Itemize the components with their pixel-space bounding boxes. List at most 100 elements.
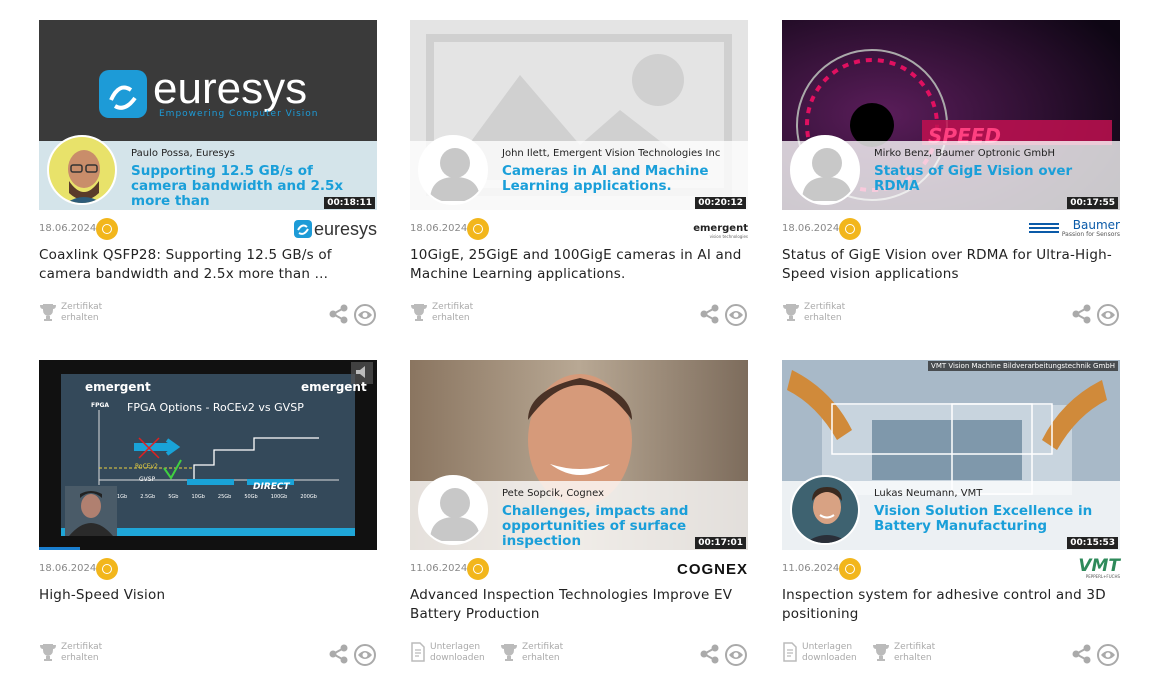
share-icon[interactable] xyxy=(329,304,349,324)
playback-progress-bar[interactable] xyxy=(39,547,80,550)
certificate-badge-icon xyxy=(467,218,489,240)
talk-title[interactable]: Status of GigE Vision over RDMA xyxy=(874,164,1114,194)
certificate-label-1: Zertifikat xyxy=(804,302,846,312)
video-headline[interactable]: Status of GigE Vision over RDMA for Ultr… xyxy=(782,246,1120,284)
speaker-name: John Ilett, Emergent Vision Technologies… xyxy=(502,148,721,159)
download-action[interactable]: Unterlagen downloaden xyxy=(782,642,857,664)
slide-tick: 2.5Gb xyxy=(140,494,156,500)
video-headline[interactable]: Advanced Inspection Technologies Improve… xyxy=(410,586,748,624)
video-card-4[interactable]: emergent emergent FPGA Options - RoCEv2 … xyxy=(39,360,377,666)
brand-subtitle: vision technologies xyxy=(709,234,748,239)
eye-icon[interactable] xyxy=(724,644,748,666)
brand-logo[interactable]: euresys xyxy=(293,219,377,239)
publish-date: 18.06.2024 xyxy=(39,563,97,574)
certificate-label-1: Zertifikat xyxy=(61,642,103,652)
talk-title[interactable]: Vision Solution Excellence in Battery Ma… xyxy=(874,504,1114,534)
certificate-icon xyxy=(783,304,799,321)
share-icon[interactable] xyxy=(1072,644,1092,664)
download-doc-icon xyxy=(411,642,425,662)
certificate-action[interactable]: Zertifikat erhalten xyxy=(410,302,473,324)
video-thumbnail[interactable]: VMT Vision Machine Bildverarbeitungstech… xyxy=(782,360,1120,550)
video-headline[interactable]: Coaxlink QSFP28: Supporting 12.5 GB/s of… xyxy=(39,246,377,284)
video-card-2[interactable]: John Ilett, Emergent Vision Technologies… xyxy=(410,20,748,326)
share-icon[interactable] xyxy=(329,644,349,664)
certificate-badge-icon xyxy=(839,218,861,240)
share-icon[interactable] xyxy=(700,644,720,664)
brand-name: Baumer xyxy=(1072,218,1120,232)
download-label-1: Unterlagen xyxy=(430,642,481,652)
certificate-label-2: erhalten xyxy=(894,653,932,663)
certificate-label-2: erhalten xyxy=(61,653,99,663)
thumb-tagline: Empowering Computer Vision xyxy=(159,109,319,119)
eye-icon[interactable] xyxy=(353,304,377,326)
certificate-label-2: erhalten xyxy=(61,313,99,323)
brand-name: emergent xyxy=(693,223,748,234)
certificate-action[interactable]: Zertifikat erhalten xyxy=(39,642,102,664)
certificate-badge-icon xyxy=(96,558,118,580)
brand-logo[interactable]: Baumer Passion for Sensors xyxy=(1028,218,1120,239)
certificate-icon xyxy=(40,304,56,321)
slide-logo-left: emergent xyxy=(85,380,151,394)
slide-logo-right: emergent xyxy=(301,380,367,394)
video-player[interactable]: emergent emergent FPGA Options - RoCEv2 … xyxy=(39,360,377,550)
share-icon[interactable] xyxy=(700,304,720,324)
presenter-webcam xyxy=(65,486,117,536)
certificate-action[interactable]: Zertifikat erhalten xyxy=(782,302,845,324)
brand-logo[interactable]: COGNEX xyxy=(677,559,748,579)
talk-title[interactable]: Cameras in AI and Machine Learning appli… xyxy=(502,164,742,194)
certificate-action[interactable]: Zertifikat erhalten xyxy=(39,302,102,324)
thumb-caption: VMT Vision Machine Bildverarbeitungstech… xyxy=(928,361,1118,371)
eye-icon[interactable] xyxy=(1096,304,1120,326)
video-headline[interactable]: High-Speed Vision xyxy=(39,586,377,605)
publish-date: 18.06.2024 xyxy=(782,223,840,234)
slide-tick: 200Gb xyxy=(300,494,317,500)
brand-subtitle: PEPPERL+FUCHS xyxy=(1085,574,1120,579)
eye-icon[interactable] xyxy=(1096,644,1120,666)
speaker-avatar xyxy=(790,475,860,545)
certificate-action[interactable]: Zertifikat erhalten xyxy=(500,642,563,664)
eye-icon[interactable] xyxy=(353,644,377,666)
duration-badge: 00:15:53 xyxy=(1067,537,1118,549)
slide-tick: 5Gb xyxy=(168,494,179,500)
brand-logo[interactable]: VMT PEPPERL+FUCHS xyxy=(1078,558,1120,580)
video-card-6[interactable]: VMT Vision Machine Bildverarbeitungstech… xyxy=(782,360,1120,666)
video-thumbnail[interactable]: Pete Sopcik, Cognex Challenges, impacts … xyxy=(410,360,748,550)
slide-tick: 100Gb xyxy=(270,494,288,500)
slide-tick: 10Gb xyxy=(191,494,205,500)
slide-tick-labels: 1Gb 2.5Gb 5Gb 10Gb 25Gb 50Gb 100Gb 200Gb xyxy=(117,494,317,500)
share-icon[interactable] xyxy=(1072,304,1092,324)
certificate-label-2: erhalten xyxy=(522,653,560,663)
download-label-1: Unterlagen xyxy=(802,642,853,652)
slide-axis-label: FPGA xyxy=(91,402,110,409)
video-card-1[interactable]: euresys Empowering Computer Vision Paulo… xyxy=(39,20,377,326)
video-headline[interactable]: 10GigE, 25GigE and 100GigE cameras in AI… xyxy=(410,246,748,284)
video-card-5[interactable]: Pete Sopcik, Cognex Challenges, impacts … xyxy=(410,360,748,666)
video-thumbnail[interactable]: euresys Empowering Computer Vision Paulo… xyxy=(39,20,377,210)
download-action[interactable]: Unterlagen downloaden xyxy=(410,642,485,664)
duration-badge: 00:17:01 xyxy=(695,537,746,549)
certificate-label-2: erhalten xyxy=(804,313,842,323)
publish-date: 11.06.2024 xyxy=(782,563,840,574)
video-thumbnail[interactable]: John Ilett, Emergent Vision Technologies… xyxy=(410,20,748,210)
speaker-avatar xyxy=(418,135,488,205)
video-card-3[interactable]: SPEED Mirko Benz, Baumer Optronic GmbH S… xyxy=(782,20,1120,326)
video-thumbnail[interactable]: SPEED Mirko Benz, Baumer Optronic GmbH S… xyxy=(782,20,1120,210)
eye-icon[interactable] xyxy=(724,304,748,326)
certificate-label-2: erhalten xyxy=(432,313,470,323)
brand-logo[interactable]: emergent vision technologies xyxy=(693,219,748,239)
speaker-name: Lukas Neumann, VMT xyxy=(874,488,983,499)
certificate-badge-icon xyxy=(96,218,118,240)
video-headline[interactable]: Inspection system for adhesive control a… xyxy=(782,586,1120,624)
certificate-action[interactable]: Zertifikat erhalten xyxy=(872,642,935,664)
slide-tick: 25Gb xyxy=(217,494,232,500)
certificate-badge-icon xyxy=(839,558,861,580)
baumer-stripes-icon xyxy=(1028,223,1059,233)
certificate-icon xyxy=(501,644,517,661)
download-doc-icon xyxy=(783,642,797,662)
slide-label-rocev2: RoCEv2 xyxy=(135,463,158,470)
certificate-label-1: Zertifikat xyxy=(61,302,103,312)
publish-date: 11.06.2024 xyxy=(410,563,468,574)
speaker-name: Mirko Benz, Baumer Optronic GmbH xyxy=(874,148,1056,159)
publish-date: 18.06.2024 xyxy=(39,223,97,234)
certificate-badge-icon xyxy=(467,558,489,580)
